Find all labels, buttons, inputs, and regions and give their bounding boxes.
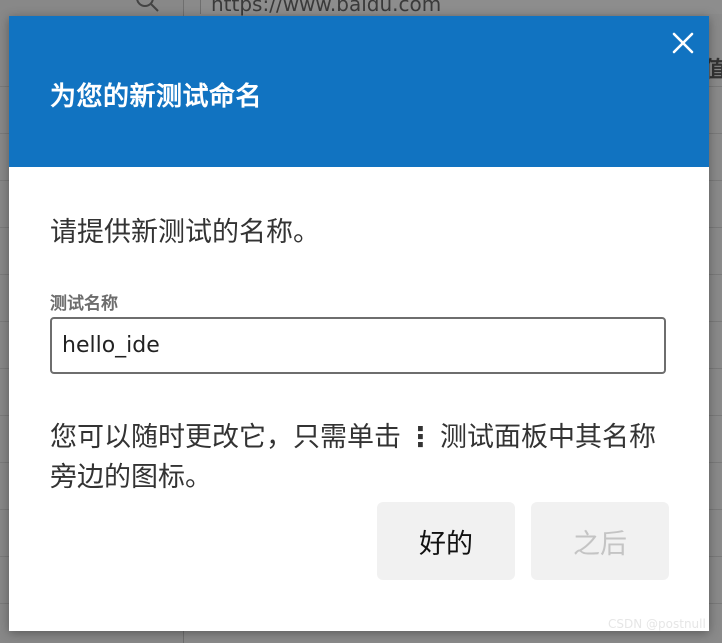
name-test-dialog: 为您的新测试命名 请提供新测试的名称。 测试名称 您可以随时更改它，只需单击⋮测… [9,16,709,631]
later-button[interactable]: 之后 [531,502,669,580]
more-menu-icon: ⋮ [407,422,434,453]
test-name-input[interactable] [50,317,666,374]
background-url-text: https://www.baidu.com [211,0,442,16]
watermark: CSDN @postnull [608,617,706,631]
ok-button[interactable]: 好的 [377,502,515,580]
dialog-prompt: 请提供新测试的名称。 [50,217,320,248]
dialog-header: 为您的新测试命名 [9,16,709,167]
search-icon [134,0,160,16]
close-icon[interactable] [668,28,698,58]
rename-hint: 您可以随时更改它，只需单击 ⋮ 测试面板中其名称旁边的图标。 [50,418,670,498]
dialog-title: 为您的新测试命名 [50,82,263,112]
rename-hint-before: 您可以随时更改它，只需单击 [50,422,401,453]
test-name-label: 测试名称 [50,294,118,314]
